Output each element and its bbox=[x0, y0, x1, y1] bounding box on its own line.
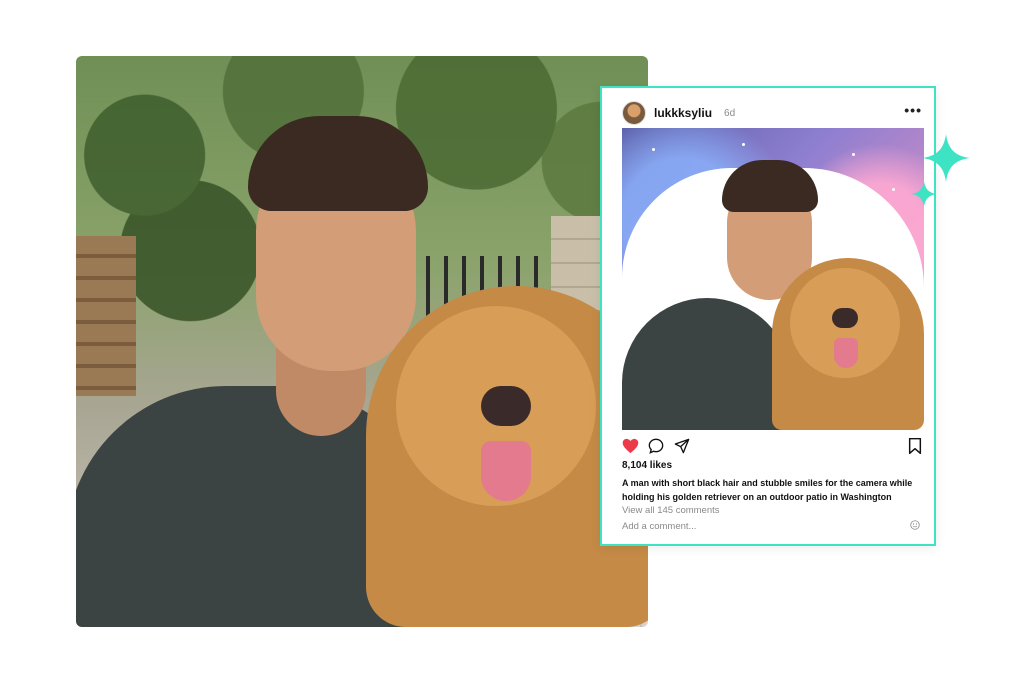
sparkle-icon bbox=[911, 181, 937, 207]
likes-count[interactable]: 8,104 likes bbox=[622, 460, 672, 471]
more-horizontal-icon[interactable]: ••• bbox=[904, 102, 922, 118]
post-age: 6d bbox=[724, 107, 736, 119]
star-dot bbox=[892, 188, 895, 191]
sticker-dog-nose bbox=[832, 308, 858, 328]
view-comments-link[interactable]: View all 145 comments bbox=[622, 505, 720, 516]
bookmark-icon[interactable] bbox=[908, 438, 922, 454]
star-dot bbox=[852, 153, 855, 156]
smiley-icon[interactable] bbox=[910, 520, 920, 530]
dog-tongue bbox=[481, 441, 531, 501]
original-photo bbox=[76, 56, 648, 627]
heart-icon[interactable] bbox=[622, 438, 639, 454]
send-icon[interactable] bbox=[674, 438, 690, 454]
social-post-card: lukkksyliu 6d ••• 8,104 likes A man with… bbox=[600, 86, 936, 546]
post-image[interactable] bbox=[622, 128, 924, 430]
star-dot bbox=[742, 143, 745, 146]
post-actions bbox=[622, 438, 924, 456]
bench bbox=[76, 236, 136, 396]
username[interactable]: lukkksyliu bbox=[654, 106, 712, 120]
comment-input[interactable] bbox=[622, 519, 902, 533]
post-header: lukkksyliu 6d ••• bbox=[622, 101, 922, 125]
comment-icon[interactable] bbox=[648, 438, 664, 454]
dog-nose bbox=[481, 386, 531, 426]
sticker-dog-tongue bbox=[834, 338, 858, 368]
avatar[interactable] bbox=[622, 101, 646, 125]
star-dot bbox=[652, 148, 655, 151]
post-caption: A man with short black hair and stubble … bbox=[622, 478, 913, 502]
sparkle-icon bbox=[922, 134, 970, 182]
